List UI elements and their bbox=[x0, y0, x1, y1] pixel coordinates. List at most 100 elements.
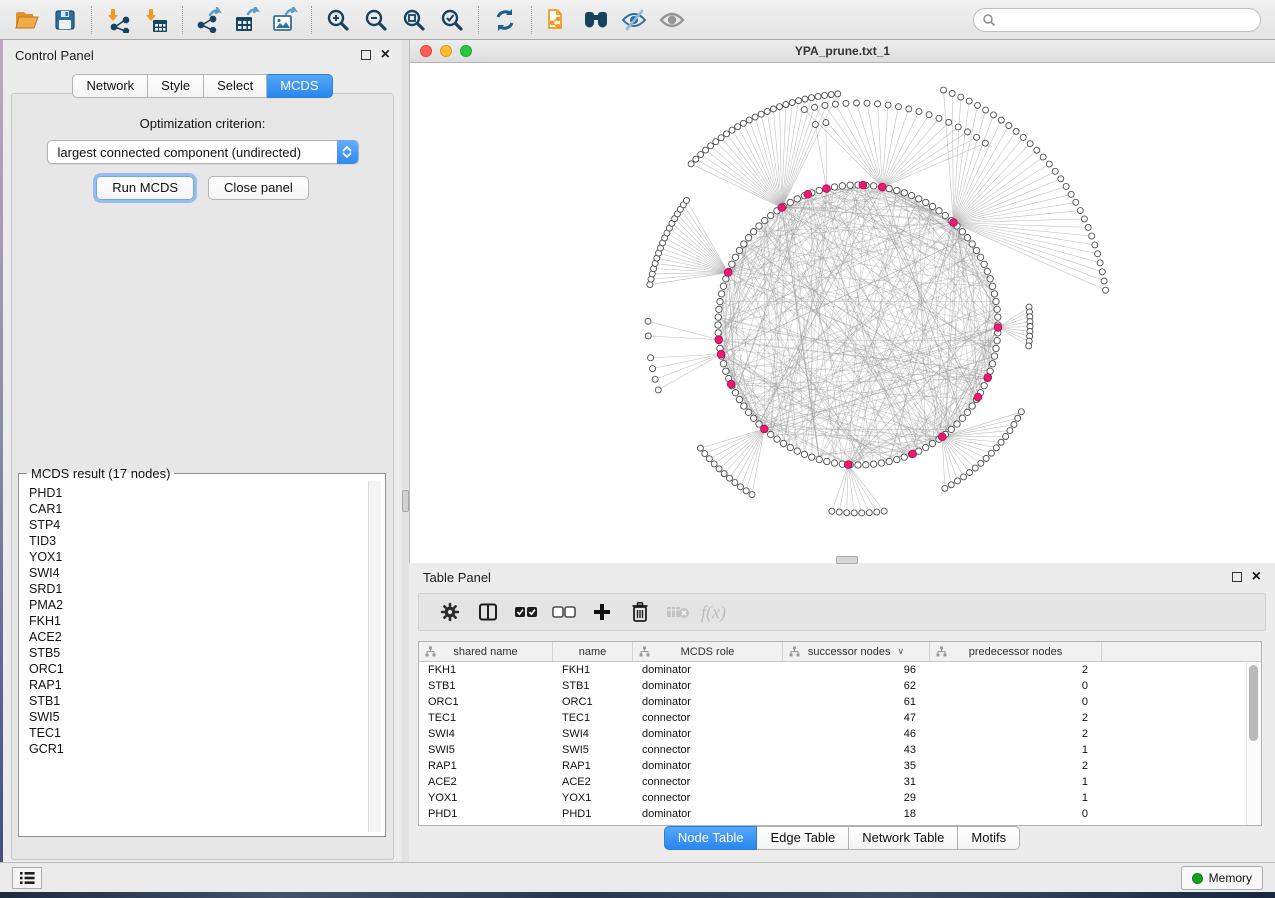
graph-node[interactable] bbox=[832, 101, 838, 107]
clone-network-button[interactable] bbox=[539, 3, 577, 37]
graph-node[interactable] bbox=[969, 241, 975, 247]
graph-node[interactable] bbox=[823, 120, 829, 126]
table-cell[interactable]: 18 bbox=[783, 806, 930, 822]
graph-node[interactable] bbox=[973, 247, 979, 253]
tab-style[interactable]: Style bbox=[148, 74, 204, 98]
table-cell[interactable]: 1 bbox=[930, 774, 1102, 790]
graph-node[interactable] bbox=[732, 390, 738, 396]
graph-node[interactable] bbox=[1077, 208, 1083, 214]
graph-node[interactable] bbox=[870, 183, 876, 189]
graph-node[interactable] bbox=[1018, 409, 1024, 415]
graph-node[interactable] bbox=[809, 454, 815, 460]
graph-node[interactable] bbox=[981, 383, 987, 389]
graph-node[interactable] bbox=[768, 212, 774, 218]
graph-node[interactable] bbox=[991, 353, 997, 359]
table-cell[interactable]: dominator bbox=[633, 678, 783, 694]
graph-node[interactable] bbox=[983, 107, 989, 113]
mcds-result-scrollbar[interactable] bbox=[368, 481, 381, 832]
mcds-result-item[interactable]: STB5 bbox=[29, 645, 381, 661]
delete-column-button[interactable] bbox=[621, 596, 659, 628]
graph-node[interactable] bbox=[720, 283, 726, 289]
graph-node[interactable] bbox=[648, 355, 654, 361]
graph-node[interactable] bbox=[749, 492, 755, 498]
save-button[interactable] bbox=[46, 3, 84, 37]
graph-node[interactable] bbox=[764, 109, 770, 115]
graph-node[interactable] bbox=[716, 306, 722, 312]
table-cell[interactable]: STB1 bbox=[419, 678, 553, 694]
graph-node[interactable] bbox=[977, 254, 983, 260]
table-cell[interactable]: 2 bbox=[930, 662, 1102, 678]
graph-node[interactable] bbox=[688, 161, 694, 167]
graph-node[interactable] bbox=[878, 460, 884, 466]
table-cell[interactable]: RAP1 bbox=[553, 758, 633, 774]
graph-node[interactable] bbox=[895, 104, 901, 110]
table-cell[interactable]: SWI4 bbox=[419, 726, 553, 742]
graph-node[interactable] bbox=[1027, 141, 1033, 147]
graph-node[interactable] bbox=[794, 196, 800, 202]
graph-node[interactable] bbox=[774, 436, 780, 442]
graph-node[interactable] bbox=[936, 115, 942, 121]
mcds-result-item[interactable]: FKH1 bbox=[29, 613, 381, 629]
mcds-result-item[interactable]: SRD1 bbox=[29, 581, 381, 597]
graph-node[interactable] bbox=[1003, 434, 1009, 440]
table-cell[interactable]: YOX1 bbox=[553, 790, 633, 806]
graph-node[interactable] bbox=[853, 100, 859, 106]
graph-node[interactable] bbox=[706, 456, 712, 462]
graph-node[interactable] bbox=[822, 92, 828, 98]
graph-node[interactable] bbox=[844, 510, 850, 516]
graph-node[interactable] bbox=[758, 111, 764, 117]
refresh-view-button[interactable] bbox=[486, 3, 524, 37]
graph-node[interactable] bbox=[966, 98, 972, 104]
graph-node[interactable] bbox=[936, 208, 942, 214]
function-builder-icon[interactable]: f(x) bbox=[701, 602, 726, 623]
graph-node[interactable] bbox=[1015, 415, 1021, 421]
table-cell[interactable]: connector bbox=[633, 742, 783, 758]
graph-node[interactable] bbox=[906, 106, 912, 112]
graph-node[interactable] bbox=[1006, 123, 1012, 129]
table-cell[interactable]: 96 bbox=[783, 662, 930, 678]
graph-node[interactable] bbox=[703, 147, 709, 153]
graph-node[interactable] bbox=[948, 426, 954, 432]
float-panel-icon[interactable] bbox=[361, 50, 371, 60]
graph-node[interactable] bbox=[1013, 128, 1019, 134]
graph-node[interactable] bbox=[974, 134, 980, 140]
graph-node-dominator[interactable] bbox=[761, 425, 769, 433]
graph-node[interactable] bbox=[881, 508, 887, 514]
graph-node[interactable] bbox=[718, 291, 724, 297]
table-cell[interactable]: 2 bbox=[930, 710, 1102, 726]
open-file-button[interactable] bbox=[8, 3, 46, 37]
graph-node[interactable] bbox=[954, 478, 960, 484]
column-header-successor-nodes[interactable]: successor nodes∨ bbox=[783, 642, 930, 661]
graph-node[interactable] bbox=[843, 100, 849, 106]
graph-node[interactable] bbox=[743, 488, 749, 494]
table-cell[interactable]: TEC1 bbox=[553, 710, 633, 726]
table-cell[interactable]: STB1 bbox=[553, 678, 633, 694]
graph-node[interactable] bbox=[993, 298, 999, 304]
graph-node[interactable] bbox=[875, 101, 881, 107]
column-header-mcds-role[interactable]: MCDS role bbox=[633, 642, 783, 661]
graph-node[interactable] bbox=[978, 460, 984, 466]
mcds-result-item[interactable]: STB1 bbox=[29, 693, 381, 709]
graph-node[interactable] bbox=[1099, 269, 1105, 275]
table-cell[interactable]: 0 bbox=[930, 806, 1102, 822]
network-graph[interactable] bbox=[410, 63, 1275, 563]
graph-node[interactable] bbox=[1046, 161, 1052, 167]
graph-node[interactable] bbox=[946, 119, 952, 125]
graph-node[interactable] bbox=[994, 306, 1000, 312]
graph-node[interactable] bbox=[894, 456, 900, 462]
graph-node[interactable] bbox=[831, 184, 837, 190]
graph-node[interactable] bbox=[941, 87, 947, 93]
tab-select[interactable]: Select bbox=[204, 74, 267, 98]
column-header-predecessor-nodes[interactable]: predecessor nodes bbox=[930, 642, 1102, 661]
table-cell[interactable]: ACE2 bbox=[553, 774, 633, 790]
table-cell[interactable]: FKH1 bbox=[553, 662, 633, 678]
graph-node[interactable] bbox=[812, 121, 818, 127]
graph-node[interactable] bbox=[958, 94, 964, 100]
graph-node[interactable] bbox=[901, 190, 907, 196]
graph-node[interactable] bbox=[702, 451, 708, 457]
graph-node[interactable] bbox=[741, 241, 747, 247]
graph-node[interactable] bbox=[886, 185, 892, 191]
graph-node[interactable] bbox=[961, 474, 967, 480]
table-row[interactable]: SWI4SWI4dominator462 bbox=[419, 726, 1261, 742]
graph-node[interactable] bbox=[894, 187, 900, 193]
